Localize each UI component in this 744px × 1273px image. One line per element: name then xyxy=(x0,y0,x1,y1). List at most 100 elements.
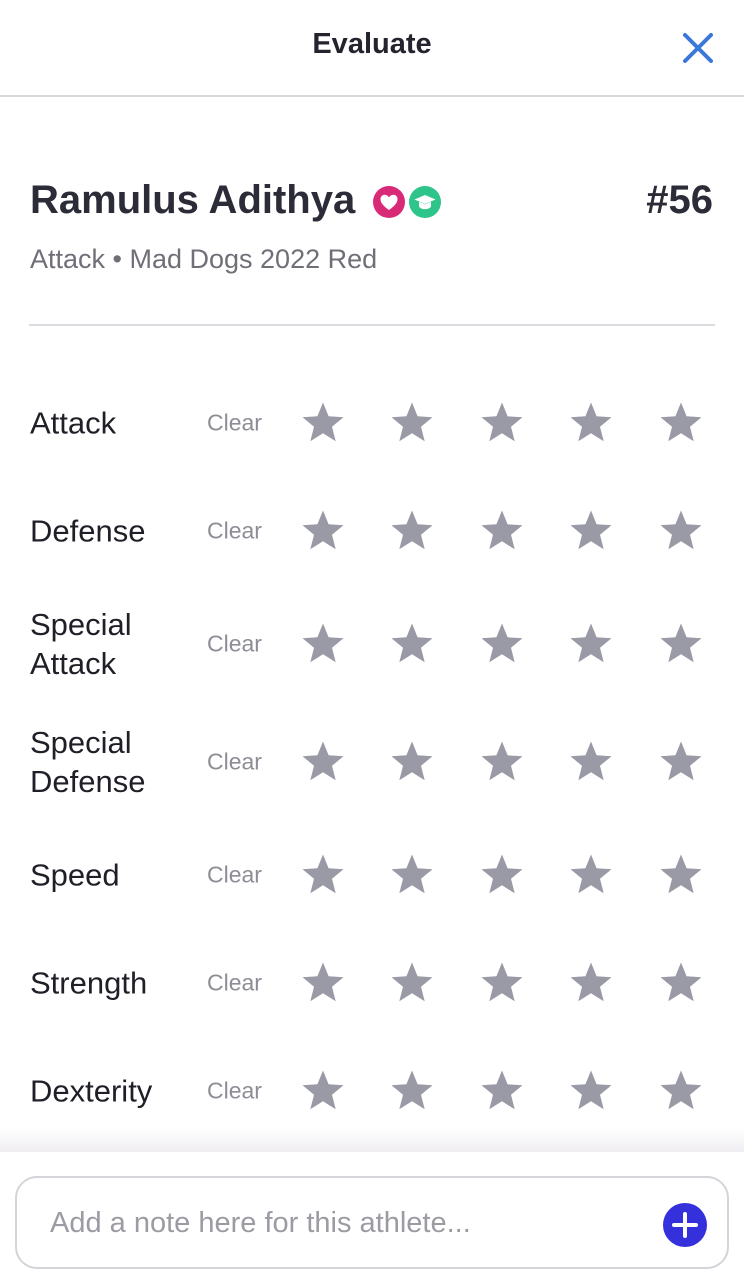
star-rating-2[interactable] xyxy=(389,1068,435,1114)
star-icon xyxy=(570,854,612,894)
clear-rating-button[interactable]: Clear xyxy=(207,631,262,658)
star-rating-2[interactable] xyxy=(389,400,435,446)
rating-row: Strength Clear xyxy=(0,933,744,1033)
star-icon xyxy=(660,962,702,1002)
page-title: Evaluate xyxy=(312,28,432,60)
rating-row: Speed Clear xyxy=(0,825,744,925)
clear-rating-button[interactable]: Clear xyxy=(207,862,262,889)
star-icon xyxy=(302,962,344,1002)
star-rating-4[interactable] xyxy=(568,960,614,1006)
star-icon xyxy=(302,1070,344,1110)
star-rating-2[interactable] xyxy=(389,739,435,785)
star-rating-3[interactable] xyxy=(479,739,525,785)
star-rating-2[interactable] xyxy=(389,621,435,667)
star-icon xyxy=(570,1070,612,1110)
rating-label: Special Defense xyxy=(30,725,146,799)
star-icon xyxy=(391,854,433,894)
plus-circle-icon xyxy=(663,1203,707,1247)
athlete-position-team: Attack • Mad Dogs 2022 Red xyxy=(30,244,378,274)
star-icon xyxy=(660,510,702,550)
star-rating-4[interactable] xyxy=(568,1068,614,1114)
star-icon xyxy=(660,854,702,894)
star-rating-1[interactable] xyxy=(300,621,346,667)
star-icon xyxy=(660,1070,702,1110)
star-rating-3[interactable] xyxy=(479,852,525,898)
star-icon xyxy=(481,402,523,442)
star-icon xyxy=(481,962,523,1002)
evaluate-modal: Evaluate Ramulus Adithya #56 Attack • Ma… xyxy=(0,0,744,1273)
star-rating-5[interactable] xyxy=(658,621,704,667)
star-icon xyxy=(391,623,433,663)
star-icon xyxy=(391,1070,433,1110)
star-icon xyxy=(391,402,433,442)
rating-label: Strength xyxy=(30,965,148,1001)
graduation-cap-icon xyxy=(409,186,441,218)
note-box xyxy=(15,1176,729,1269)
star-icon xyxy=(570,741,612,781)
star-rating-4[interactable] xyxy=(568,508,614,554)
star-icon xyxy=(570,510,612,550)
star-rating-2[interactable] xyxy=(389,508,435,554)
clear-rating-button[interactable]: Clear xyxy=(207,518,262,545)
graduation-badge xyxy=(409,186,441,218)
rating-label: Defense xyxy=(30,513,146,549)
note-input[interactable] xyxy=(50,1202,650,1244)
star-icon xyxy=(302,402,344,442)
star-icon xyxy=(481,741,523,781)
star-rating-5[interactable] xyxy=(658,739,704,785)
star-icon xyxy=(570,962,612,1002)
star-rating-3[interactable] xyxy=(479,621,525,667)
star-icon xyxy=(570,402,612,442)
star-rating-4[interactable] xyxy=(568,621,614,667)
star-rating-5[interactable] xyxy=(658,1068,704,1114)
rating-label: Speed xyxy=(30,857,120,893)
clear-rating-button[interactable]: Clear xyxy=(207,970,262,997)
athlete-name: Ramulus Adithya xyxy=(30,178,356,222)
star-icon xyxy=(391,741,433,781)
clear-rating-button[interactable]: Clear xyxy=(207,1078,262,1105)
star-rating-4[interactable] xyxy=(568,852,614,898)
rating-row: Special Defense Clear xyxy=(0,712,744,812)
star-icon xyxy=(481,854,523,894)
star-icon xyxy=(302,510,344,550)
rating-label: Special Attack xyxy=(30,607,132,681)
rating-row: Defense Clear xyxy=(0,481,744,581)
star-rating-1[interactable] xyxy=(300,960,346,1006)
star-icon xyxy=(660,741,702,781)
star-icon xyxy=(391,510,433,550)
star-rating-1[interactable] xyxy=(300,852,346,898)
star-rating-4[interactable] xyxy=(568,739,614,785)
star-rating-3[interactable] xyxy=(479,960,525,1006)
clear-rating-button[interactable]: Clear xyxy=(207,410,262,437)
star-rating-2[interactable] xyxy=(389,960,435,1006)
jersey-number: #56 xyxy=(646,178,713,222)
star-icon xyxy=(302,623,344,663)
star-rating-3[interactable] xyxy=(479,400,525,446)
star-icon xyxy=(660,623,702,663)
star-rating-3[interactable] xyxy=(479,508,525,554)
close-button[interactable] xyxy=(676,26,720,70)
footer-shadow xyxy=(0,1128,744,1154)
rating-row: Dexterity Clear xyxy=(0,1041,744,1141)
add-note-button[interactable] xyxy=(662,1202,708,1248)
star-rating-5[interactable] xyxy=(658,960,704,1006)
star-rating-1[interactable] xyxy=(300,400,346,446)
star-icon xyxy=(302,854,344,894)
rating-label: Attack xyxy=(30,405,117,441)
clear-rating-button[interactable]: Clear xyxy=(207,749,262,776)
star-icon xyxy=(570,623,612,663)
heart-icon xyxy=(373,186,405,218)
star-rating-3[interactable] xyxy=(479,1068,525,1114)
rating-label: Dexterity xyxy=(30,1073,153,1109)
star-rating-1[interactable] xyxy=(300,1068,346,1114)
star-rating-5[interactable] xyxy=(658,400,704,446)
star-rating-1[interactable] xyxy=(300,739,346,785)
star-rating-1[interactable] xyxy=(300,508,346,554)
star-rating-2[interactable] xyxy=(389,852,435,898)
star-icon xyxy=(660,402,702,442)
star-rating-5[interactable] xyxy=(658,508,704,554)
star-rating-4[interactable] xyxy=(568,400,614,446)
star-icon xyxy=(481,623,523,663)
star-rating-5[interactable] xyxy=(658,852,704,898)
close-icon xyxy=(683,33,713,63)
